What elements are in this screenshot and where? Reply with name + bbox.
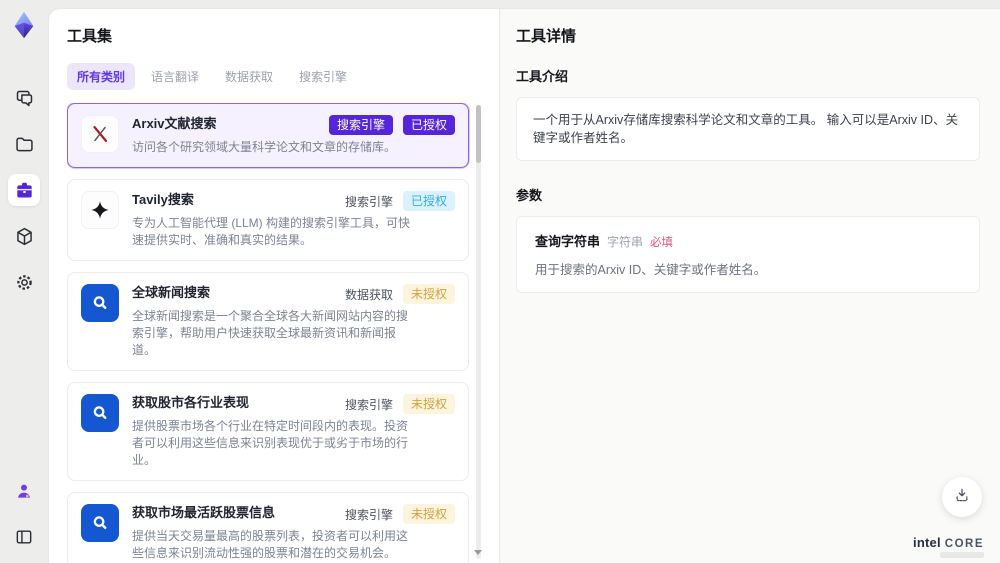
tool-card-most-active-stocks[interactable]: 获取市场最活跃股票信息 搜索引擎 未授权 提供当天交易量最高的股票列表，投资者可… bbox=[67, 492, 469, 563]
page-title: 工具集 bbox=[67, 28, 113, 45]
tavily-star-icon bbox=[81, 191, 119, 229]
arxiv-icon bbox=[81, 115, 119, 153]
sidebar-item-plugins[interactable] bbox=[8, 220, 40, 252]
sidebar-item-tools[interactable] bbox=[8, 174, 40, 206]
tool-name: Tavily搜索 bbox=[132, 192, 194, 207]
download-icon bbox=[953, 486, 971, 509]
settings-icon bbox=[14, 272, 35, 293]
parameter-description: 用于搜索的Arxiv ID、关键字或作者姓名。 bbox=[535, 263, 767, 277]
tab-translation[interactable]: 语言翻译 bbox=[141, 63, 209, 90]
status-badge: 未授权 bbox=[402, 504, 455, 524]
cube-icon bbox=[14, 226, 35, 247]
tab-search-engine[interactable]: 搜索引擎 bbox=[289, 63, 357, 90]
tool-name: Arxiv文献搜索 bbox=[132, 116, 217, 131]
sidebar-rail bbox=[0, 0, 48, 563]
tool-name: 获取股市各行业表现 bbox=[132, 395, 250, 410]
category-label: 搜索引擎 bbox=[344, 507, 393, 522]
tool-description: 提供股票市场各个行业在特定时间段内的表现。投资者可以利用这些信息来识别表现优于或… bbox=[132, 419, 409, 467]
tool-intro-text: 一个用于从Arxiv存储库搜索科学论文和文章的工具。 输入可以是Arxiv ID… bbox=[516, 97, 980, 161]
chat-icon bbox=[14, 88, 35, 109]
toolbox-icon bbox=[14, 180, 35, 201]
stock-search-icon bbox=[81, 394, 119, 432]
intro-heading: 工具介绍 bbox=[516, 69, 569, 84]
download-button[interactable] bbox=[942, 477, 982, 517]
tool-card-list: Arxiv文献搜索 搜索引擎 已授权 访问各个研究领域大量科学论文和文章的存储库… bbox=[67, 103, 485, 563]
intel-core-logo: intel CORE bbox=[913, 535, 984, 550]
tool-description: 提供当天交易量最高的股票列表，投资者可以利用这些信息来识别流动性强的股票和潜在的… bbox=[132, 529, 409, 560]
category-label: 搜索引擎 bbox=[344, 397, 393, 412]
category-label: 数据获取 bbox=[344, 287, 393, 302]
brand-watermark bbox=[940, 552, 984, 558]
tool-card-arxiv[interactable]: Arxiv文献搜索 搜索引擎 已授权 访问各个研究领域大量科学论文和文章的存储库… bbox=[67, 103, 469, 168]
category-tabs: 所有类别 语言翻译 数据获取 搜索引擎 bbox=[67, 63, 485, 90]
tool-detail-panel: 工具详情 工具介绍 一个用于从Arxiv存储库搜索科学论文和文章的工具。 输入可… bbox=[499, 9, 1000, 563]
sidebar-item-collapse[interactable] bbox=[8, 521, 40, 553]
tool-card-tavily[interactable]: Tavily搜索 搜索引擎 已授权 专为人工智能代理 (LLM) 构建的搜索引擎… bbox=[67, 179, 469, 261]
status-badge: 已授权 bbox=[402, 115, 455, 135]
parameter-item: 查询字符串 字符串 必填 用于搜索的Arxiv ID、关键字或作者姓名。 bbox=[516, 216, 980, 293]
list-scrollbar-track[interactable] bbox=[476, 105, 481, 559]
tool-description: 访问各个研究领域大量科学论文和文章的存储库。 bbox=[132, 140, 397, 154]
tab-all-categories[interactable]: 所有类别 bbox=[67, 63, 136, 90]
category-badge: 搜索引擎 bbox=[328, 115, 393, 135]
params-heading: 参数 bbox=[516, 188, 543, 203]
category-label: 搜索引擎 bbox=[344, 194, 393, 209]
sidebar-item-chat[interactable] bbox=[8, 82, 40, 114]
parameter-type: 字符串 bbox=[607, 235, 644, 249]
main-panel: 工具集 所有类别 语言翻译 数据获取 搜索引擎 Arxiv文献搜索 搜索引擎 已… bbox=[48, 8, 1000, 563]
tool-name: 全球新闻搜索 bbox=[132, 285, 211, 300]
list-scrollbar-thumb[interactable] bbox=[476, 105, 481, 163]
status-badge: 已授权 bbox=[402, 191, 455, 211]
tools-list-panel: 工具集 所有类别 语言翻译 数据获取 搜索引擎 Arxiv文献搜索 搜索引擎 已… bbox=[49, 9, 499, 563]
brand-intel-text: intel bbox=[913, 535, 941, 550]
status-badge: 未授权 bbox=[402, 394, 455, 414]
detail-title: 工具详情 bbox=[516, 28, 577, 45]
scroll-down-arrow-icon[interactable] bbox=[474, 550, 482, 555]
sidebar-item-user[interactable] bbox=[8, 475, 40, 507]
status-badge: 未授权 bbox=[402, 284, 455, 304]
news-search-icon bbox=[81, 284, 119, 322]
tool-card-sector-performance[interactable]: 获取股市各行业表现 搜索引擎 未授权 提供股票市场各个行业在特定时间段内的表现。… bbox=[67, 382, 469, 481]
brand-core-text: CORE bbox=[944, 538, 984, 550]
parameter-name: 查询字符串 bbox=[535, 234, 601, 249]
tool-description: 专为人工智能代理 (LLM) 构建的搜索引擎工具，可快速提供实时、准确和真实的结… bbox=[132, 216, 411, 247]
sidebar-item-files[interactable] bbox=[8, 128, 40, 160]
tool-name: 获取市场最活跃股票信息 bbox=[132, 505, 276, 520]
sidebar-item-settings[interactable] bbox=[8, 266, 40, 298]
tab-data-fetch[interactable]: 数据获取 bbox=[215, 63, 283, 90]
app-logo-icon bbox=[9, 10, 39, 40]
tool-description: 全球新闻搜索是一个聚合全球各大新闻网站内容的搜索引擎，帮助用户快速获取全球最新资… bbox=[132, 309, 409, 357]
required-badge: 必填 bbox=[650, 237, 674, 249]
tool-card-global-news[interactable]: 全球新闻搜索 数据获取 未授权 全球新闻搜索是一个聚合全球各大新闻网站内容的搜索… bbox=[67, 272, 469, 371]
collapse-panel-icon bbox=[14, 527, 34, 547]
user-icon bbox=[14, 481, 34, 501]
folder-icon bbox=[14, 134, 35, 155]
stock-search-icon bbox=[81, 504, 119, 542]
